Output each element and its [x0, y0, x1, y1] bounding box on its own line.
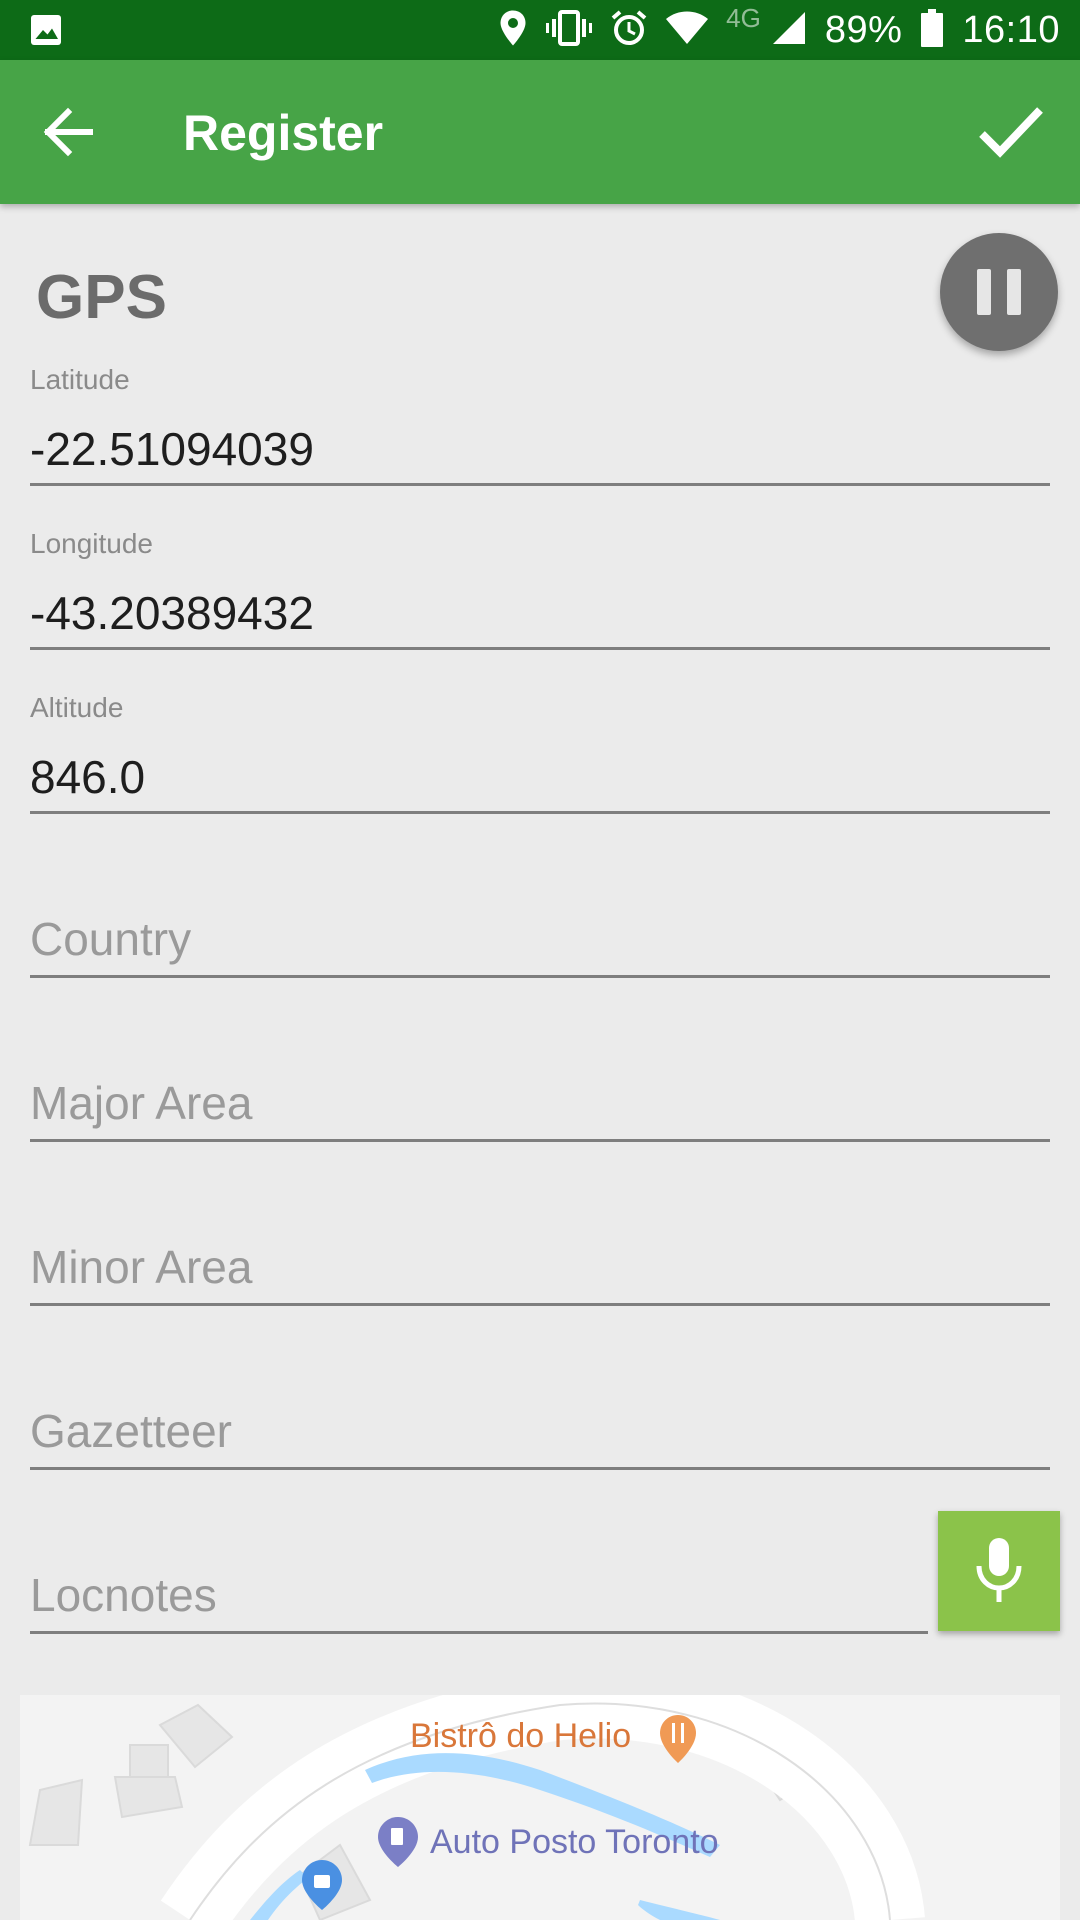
pause-icon	[977, 269, 991, 315]
latitude-value: -22.51094039	[30, 423, 314, 475]
gas-station-pin-icon	[378, 1817, 418, 1867]
minor-area-field[interactable]: Minor Area	[30, 1240, 1050, 1310]
cell-signal-icon	[771, 10, 807, 51]
pause-button[interactable]	[940, 233, 1058, 351]
locnotes-placeholder: Locnotes	[30, 1569, 217, 1621]
vibrate-icon	[546, 9, 593, 52]
latitude-label: Latitude	[30, 364, 130, 395]
gps-title: GPS	[36, 263, 167, 332]
restaurant-pin-icon	[660, 1715, 696, 1763]
check-icon[interactable]	[976, 102, 1046, 162]
page-title: Register	[183, 105, 384, 161]
country-field[interactable]: Country	[30, 912, 1050, 982]
minor-area-placeholder: Minor Area	[30, 1241, 253, 1293]
major-area-placeholder: Major Area	[30, 1077, 253, 1129]
country-placeholder: Country	[30, 913, 192, 965]
gazetteer-field[interactable]: Gazetteer	[30, 1404, 1050, 1474]
map-place-label[interactable]: Bistrô do Helio	[410, 1717, 631, 1756]
altitude-label: Altitude	[30, 692, 124, 723]
alarm-icon	[610, 9, 648, 52]
longitude-value: -43.20389432	[30, 587, 314, 639]
underline	[30, 483, 1050, 486]
altitude-value: 846.0	[30, 751, 146, 803]
longitude-label: Longitude	[30, 528, 154, 559]
network-type: 4G	[726, 2, 761, 33]
underline	[30, 1303, 1050, 1306]
underline	[30, 647, 1050, 650]
underline	[30, 975, 1050, 978]
locnotes-field[interactable]: Locnotes	[30, 1568, 928, 1638]
location-icon	[498, 9, 528, 52]
underline	[30, 1631, 928, 1634]
voice-input-button[interactable]	[938, 1511, 1060, 1631]
wifi-icon	[666, 11, 709, 50]
app-bar: Register	[0, 60, 1080, 204]
arrow-back-icon[interactable]	[40, 104, 104, 160]
map-view[interactable]: Bistrô do Helio Auto Posto Toronto	[20, 1695, 1060, 1920]
latitude-field[interactable]: Latitude -22.51094039	[30, 360, 1050, 490]
underline	[30, 1139, 1050, 1142]
major-area-field[interactable]: Major Area	[30, 1076, 1050, 1146]
longitude-field[interactable]: Longitude -43.20389432	[30, 524, 1050, 654]
battery-percent: 89%	[824, 8, 903, 51]
underline	[30, 1467, 1050, 1470]
status-bar: 4G 89% 16:10	[0, 0, 1080, 60]
microphone-icon	[976, 1538, 1022, 1602]
gazetteer-placeholder: Gazetteer	[30, 1405, 232, 1457]
image-icon	[28, 12, 64, 53]
map-place-label[interactable]: Auto Posto Toronto	[430, 1823, 719, 1862]
clock: 16:10	[962, 8, 1060, 51]
underline	[30, 811, 1050, 814]
battery-icon	[920, 8, 944, 52]
altitude-field[interactable]: Altitude 846.0	[30, 688, 1050, 818]
